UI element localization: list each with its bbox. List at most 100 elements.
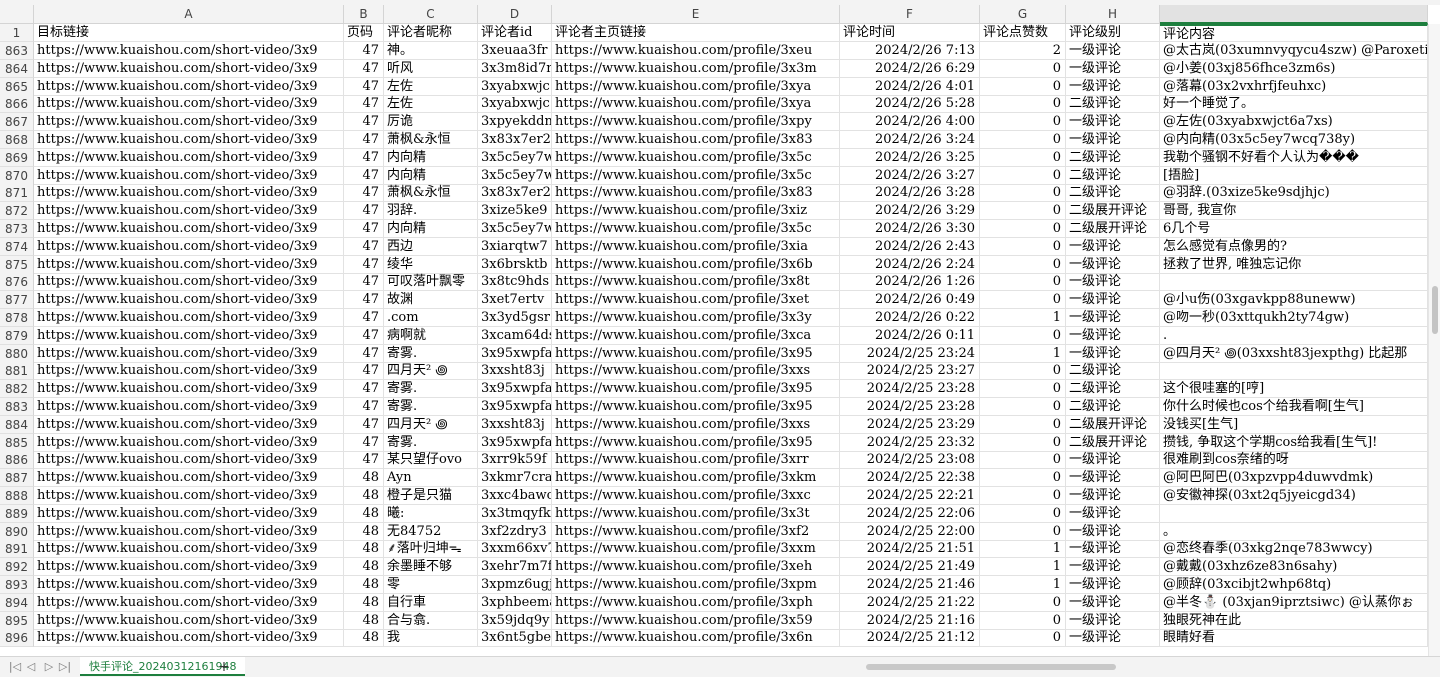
cell[interactable]: 2024/2/26 1:26 — [840, 273, 980, 291]
cell[interactable]: 0 — [980, 487, 1066, 505]
cell[interactable]: 橙子是只猫 — [384, 487, 478, 505]
cell[interactable]: 47 — [344, 434, 384, 452]
cell[interactable]: 48 — [344, 505, 384, 523]
cell[interactable]: @恋终春季(03xkg2nqe783wwcy) — [1160, 540, 1428, 558]
row-header[interactable]: 880 — [0, 345, 34, 363]
cell[interactable]: @落幕(03x2vxhrfjfeuhxc) — [1160, 78, 1428, 96]
cell[interactable]: 怎么感觉有点像男的? — [1160, 238, 1428, 256]
cell[interactable]: 无84752 — [384, 523, 478, 541]
cell[interactable]: @阿巴阿巴(03xpzvpp4duwvdmk) — [1160, 469, 1428, 487]
cell[interactable]: https://www.kuaishou.com/short-video/3x9 — [34, 540, 344, 558]
cell[interactable]: 2024/2/25 23:28 — [840, 380, 980, 398]
cell[interactable]: 3x95xwpfa — [478, 434, 552, 452]
cell[interactable]: @四月天² ꩜(03xxsht83jexpthg) 比起那 — [1160, 345, 1428, 363]
cell[interactable]: @半冬⛄ (03xjan9iprztsiwc) @认蒸你ぉ — [1160, 594, 1428, 612]
cell[interactable]: 47 — [344, 60, 384, 78]
row-header[interactable]: 883 — [0, 398, 34, 416]
cell[interactable]: 47 — [344, 416, 384, 434]
cell[interactable]: 没钱买[生气] — [1160, 416, 1428, 434]
cell[interactable]: 2024/2/26 4:01 — [840, 78, 980, 96]
vertical-scroll-thumb[interactable] — [1432, 286, 1438, 334]
cell[interactable]: 二级展开评论 — [1066, 416, 1160, 434]
cell[interactable]: 2024/2/25 22:21 — [840, 487, 980, 505]
cell[interactable]: 47 — [344, 42, 384, 60]
row-header[interactable]: 889 — [0, 505, 34, 523]
cell[interactable]: 一级评论 — [1066, 113, 1160, 131]
cell[interactable]: 0 — [980, 291, 1066, 309]
cell[interactable]: https://www.kuaishou.com/short-video/3x9 — [34, 398, 344, 416]
cell[interactable]: 47 — [344, 113, 384, 131]
row-header[interactable]: 878 — [0, 309, 34, 327]
cell[interactable]: 0 — [980, 95, 1066, 113]
cell[interactable]: 48 — [344, 576, 384, 594]
cell[interactable]: 2024/2/26 0:49 — [840, 291, 980, 309]
row-header[interactable]: 881 — [0, 362, 34, 380]
cell[interactable]: https://www.kuaishou.com/short-video/3x9 — [34, 95, 344, 113]
cell[interactable]: 0 — [980, 505, 1066, 523]
cell[interactable]: 3x3m8id7m — [478, 60, 552, 78]
cell[interactable]: 47 — [344, 95, 384, 113]
cell[interactable]: https://www.kuaishou.com/profile/3xxc — [552, 487, 840, 505]
row-header[interactable]: 893 — [0, 576, 34, 594]
cell[interactable]: 一级评论 — [1066, 309, 1160, 327]
cell[interactable]: 2024/2/26 2:24 — [840, 256, 980, 274]
cell[interactable]: https://www.kuaishou.com/profile/3xya — [552, 78, 840, 96]
cell[interactable]: 2024/2/26 7:13 — [840, 42, 980, 60]
cell[interactable]: 3x83x7er2 — [478, 131, 552, 149]
cell[interactable]: 6几个号 — [1160, 220, 1428, 238]
cell[interactable]: https://www.kuaishou.com/profile/3xeu — [552, 42, 840, 60]
cell[interactable] — [1160, 505, 1428, 523]
cell[interactable]: 48 — [344, 540, 384, 558]
cell[interactable]: 2024/2/26 6:29 — [840, 60, 980, 78]
cell[interactable]: 羽辞. — [384, 202, 478, 220]
column-header-c[interactable]: C — [384, 5, 478, 24]
cell[interactable]: 二级展开评论 — [1066, 202, 1160, 220]
cell[interactable]: https://www.kuaishou.com/profile/3x59 — [552, 612, 840, 630]
cell[interactable]: https://www.kuaishou.com/short-video/3x9 — [34, 60, 344, 78]
cell[interactable]: https://www.kuaishou.com/short-video/3x9 — [34, 576, 344, 594]
cell[interactable]: https://www.kuaishou.com/short-video/3x9 — [34, 256, 344, 274]
cell[interactable]: 3x95xwpfa — [478, 398, 552, 416]
cell[interactable]: https://www.kuaishou.com/profile/3x83 — [552, 131, 840, 149]
cell[interactable]: 3xphbeema — [478, 594, 552, 612]
cell[interactable]: https://www.kuaishou.com/short-video/3x9 — [34, 78, 344, 96]
row-header[interactable]: 867 — [0, 113, 34, 131]
cell[interactable]: https://www.kuaishou.com/short-video/3x9 — [34, 131, 344, 149]
cell[interactable]: 2024/2/26 0:22 — [840, 309, 980, 327]
cell[interactable]: [捂脸] — [1160, 167, 1428, 185]
cell[interactable]: 寄雾. — [384, 398, 478, 416]
row-header[interactable]: 886 — [0, 451, 34, 469]
cell[interactable]: 西边 — [384, 238, 478, 256]
cell[interactable]: https://www.kuaishou.com/profile/3x3t — [552, 505, 840, 523]
cell[interactable]: 3x8tc9hds — [478, 273, 552, 291]
cell[interactable]: https://www.kuaishou.com/short-video/3x9 — [34, 327, 344, 345]
row-header[interactable]: 866 — [0, 95, 34, 113]
cell[interactable]: https://www.kuaishou.com/short-video/3x9 — [34, 345, 344, 363]
vertical-scrollbar[interactable] — [1428, 24, 1440, 656]
cell[interactable]: 47 — [344, 345, 384, 363]
cell[interactable]: 0 — [980, 434, 1066, 452]
cell[interactable]: 3xyabxwjc — [478, 95, 552, 113]
cell[interactable]: https://www.kuaishou.com/short-video/3x9 — [34, 505, 344, 523]
horizontal-scrollbar[interactable] — [850, 662, 1420, 673]
cell[interactable]: https://www.kuaishou.com/short-video/3x9 — [34, 416, 344, 434]
cell[interactable]: 神。 — [384, 42, 478, 60]
cell[interactable]: 47 — [344, 256, 384, 274]
header-cell[interactable]: 评论者id — [478, 24, 552, 42]
cell[interactable]: 3x5c5ey7w — [478, 149, 552, 167]
cell[interactable]: 合与翕. — [384, 612, 478, 630]
cell[interactable]: https://www.kuaishou.com/short-video/3x9 — [34, 202, 344, 220]
cell[interactable]: ⸙落叶归坤ᯓ — [384, 540, 478, 558]
cell[interactable]: 0 — [980, 380, 1066, 398]
column-header-g[interactable]: G — [980, 5, 1066, 24]
cell[interactable]: https://www.kuaishou.com/profile/3xkm — [552, 469, 840, 487]
cell[interactable]: 故渊 — [384, 291, 478, 309]
header-cell[interactable]: 评论者昵称 — [384, 24, 478, 42]
cell[interactable]: 一级评论 — [1066, 540, 1160, 558]
cell[interactable]: 二级评论 — [1066, 380, 1160, 398]
cell[interactable]: https://www.kuaishou.com/profile/3x8t — [552, 273, 840, 291]
cell[interactable]: 48 — [344, 558, 384, 576]
cell[interactable]: https://www.kuaishou.com/short-video/3x9 — [34, 309, 344, 327]
cell[interactable]: 3x83x7er2 — [478, 184, 552, 202]
cell[interactable]: 0 — [980, 184, 1066, 202]
